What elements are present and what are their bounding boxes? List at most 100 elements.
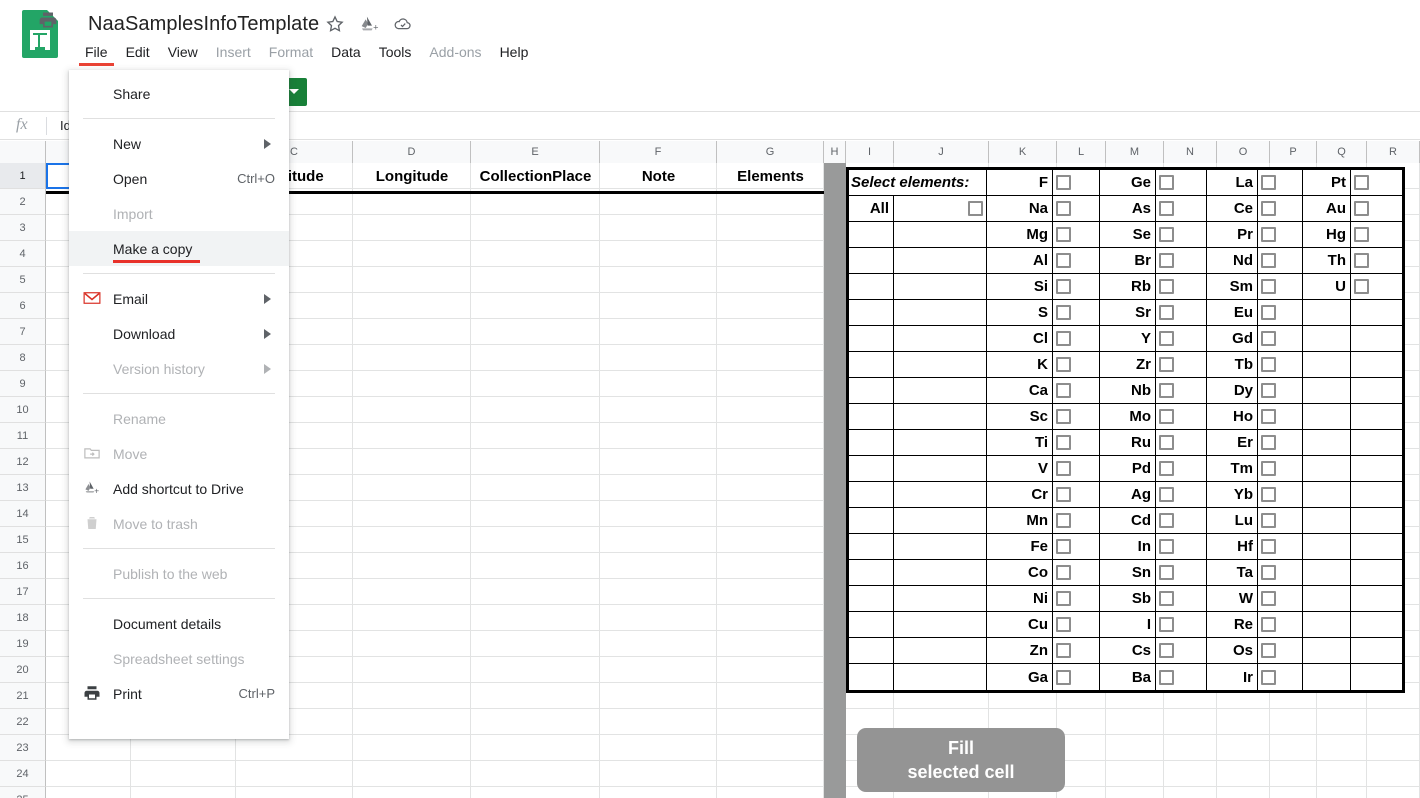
column-header-r[interactable]: R (1367, 141, 1420, 163)
file-menu-item-document-details[interactable]: Document details (69, 606, 289, 641)
checkbox-nd[interactable] (1261, 253, 1276, 268)
checkbox-sm[interactable] (1261, 279, 1276, 294)
row-header-6[interactable]: 6 (0, 293, 46, 319)
checkbox-lu[interactable] (1261, 513, 1276, 528)
checkbox-nb[interactable] (1159, 383, 1174, 398)
checkbox-ni[interactable] (1056, 591, 1071, 606)
row-header-23[interactable]: 23 (0, 735, 46, 761)
cloud-saved-icon[interactable] (393, 14, 413, 34)
row-header-15[interactable]: 15 (0, 527, 46, 553)
checkbox-ag[interactable] (1159, 487, 1174, 502)
checkbox-sc[interactable] (1056, 409, 1071, 424)
file-menu-item-print[interactable]: Print Ctrl+P (69, 676, 289, 711)
row-header-25[interactable]: 25 (0, 787, 46, 798)
row-header-21[interactable]: 21 (0, 683, 46, 709)
row-header-1[interactable]: 1 (0, 163, 46, 189)
column-header-q[interactable]: Q (1317, 141, 1367, 163)
column-header-e[interactable]: E (471, 141, 600, 163)
checkbox-ta[interactable] (1261, 565, 1276, 580)
checkbox-th[interactable] (1354, 253, 1369, 268)
checkbox-sr[interactable] (1159, 305, 1174, 320)
header-cell-f[interactable]: Note (600, 163, 717, 189)
row-header-24[interactable]: 24 (0, 761, 46, 787)
checkbox-s[interactable] (1056, 305, 1071, 320)
file-menu-item-add-shortcut-to-drive[interactable]: + Add shortcut to Drive (69, 471, 289, 506)
checkbox-ru[interactable] (1159, 435, 1174, 450)
checkbox-zn[interactable] (1056, 643, 1071, 658)
checkbox-gd[interactable] (1261, 331, 1276, 346)
checkbox-br[interactable] (1159, 253, 1174, 268)
checkbox-mn[interactable] (1056, 513, 1071, 528)
checkbox-mg[interactable] (1056, 227, 1071, 242)
file-menu-dropdown[interactable]: Share New Open Ctrl+O Import Make a copy Email… (69, 70, 289, 739)
checkbox-rb[interactable] (1159, 279, 1174, 294)
column-header-f[interactable]: F (600, 141, 717, 163)
checkbox-ba[interactable] (1159, 669, 1174, 685)
checkbox-zr[interactable] (1159, 357, 1174, 372)
row-header-11[interactable]: 11 (0, 423, 46, 449)
column-header-n[interactable]: N (1164, 141, 1217, 163)
column-header-k[interactable]: K (989, 141, 1057, 163)
row-header-8[interactable]: 8 (0, 345, 46, 371)
menu-file[interactable]: File (76, 42, 117, 67)
column-header-o[interactable]: O (1217, 141, 1270, 163)
checkbox-eu[interactable] (1261, 305, 1276, 320)
header-cell-g[interactable]: Elements (717, 163, 824, 189)
menu-view[interactable]: View (159, 42, 207, 67)
row-header-22[interactable]: 22 (0, 709, 46, 735)
menu-add-ons[interactable]: Add-ons (420, 42, 490, 67)
file-menu-item-open[interactable]: Open Ctrl+O (69, 161, 289, 196)
checkbox-dy[interactable] (1261, 383, 1276, 398)
row-header-3[interactable]: 3 (0, 215, 46, 241)
checkbox-la[interactable] (1261, 175, 1276, 190)
checkbox-cd[interactable] (1159, 513, 1174, 528)
checkbox-w[interactable] (1261, 591, 1276, 606)
checkbox-u[interactable] (1354, 279, 1369, 294)
checkbox-pt[interactable] (1354, 175, 1369, 190)
checkbox-al[interactable] (1056, 253, 1071, 268)
menu-edit[interactable]: Edit (117, 42, 159, 67)
select-all-corner[interactable] (0, 141, 46, 163)
checkbox-os[interactable] (1261, 643, 1276, 658)
checkbox-cu[interactable] (1056, 617, 1071, 632)
checkbox-mo[interactable] (1159, 409, 1174, 424)
checkbox-i[interactable] (1159, 617, 1174, 632)
menu-tools[interactable]: Tools (370, 42, 421, 67)
column-header-j[interactable]: J (894, 141, 989, 163)
column-header-d[interactable]: D (353, 141, 471, 163)
checkbox-f[interactable] (1056, 175, 1071, 190)
column-header-p[interactable]: P (1270, 141, 1317, 163)
checkbox-in[interactable] (1159, 539, 1174, 554)
header-cell-e[interactable]: CollectionPlace (471, 163, 600, 189)
column-header-l[interactable]: L (1057, 141, 1106, 163)
row-header-2[interactable]: 2 (0, 189, 46, 215)
checkbox-pr[interactable] (1261, 227, 1276, 242)
checkbox-all[interactable] (968, 201, 983, 216)
move-to-drive-icon[interactable]: + (359, 14, 379, 34)
row-header-19[interactable]: 19 (0, 631, 46, 657)
file-menu-item-share[interactable]: Share (69, 76, 289, 111)
column-header-h[interactable]: H (824, 141, 846, 163)
checkbox-ti[interactable] (1056, 435, 1071, 450)
menu-data[interactable]: Data (322, 42, 370, 67)
checkbox-re[interactable] (1261, 617, 1276, 632)
checkbox-fe[interactable] (1056, 539, 1071, 554)
row-header-5[interactable]: 5 (0, 267, 46, 293)
checkbox-pd[interactable] (1159, 461, 1174, 476)
row-header-20[interactable]: 20 (0, 657, 46, 683)
menu-insert[interactable]: Insert (207, 42, 260, 67)
row-header-17[interactable]: 17 (0, 579, 46, 605)
document-title[interactable]: NaaSamplesInfoTemplate (88, 10, 319, 38)
file-menu-item-email[interactable]: Email (69, 281, 289, 316)
row-header-10[interactable]: 10 (0, 397, 46, 423)
checkbox-ir[interactable] (1261, 669, 1276, 685)
row-header-18[interactable]: 18 (0, 605, 46, 631)
checkbox-hf[interactable] (1261, 539, 1276, 554)
checkbox-si[interactable] (1056, 279, 1071, 294)
checkbox-na[interactable] (1056, 201, 1071, 216)
menu-format[interactable]: Format (260, 42, 322, 67)
checkbox-ga[interactable] (1056, 669, 1071, 685)
row-header-13[interactable]: 13 (0, 475, 46, 501)
checkbox-as[interactable] (1159, 201, 1174, 216)
checkbox-se[interactable] (1159, 227, 1174, 242)
